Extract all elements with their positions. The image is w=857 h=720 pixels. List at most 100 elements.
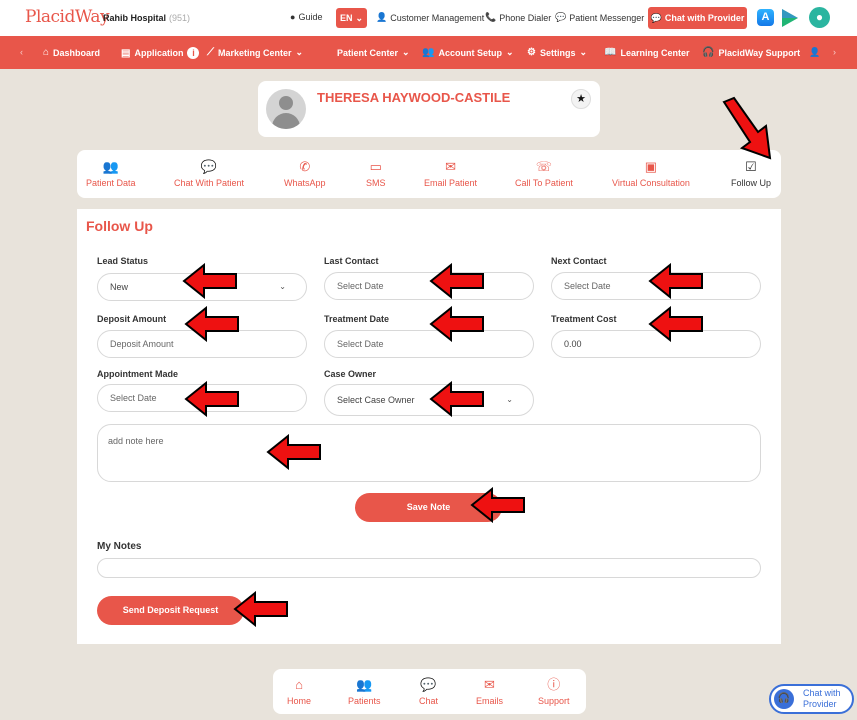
bottom-nav-home[interactable]: ⌂ Home xyxy=(287,677,311,706)
my-notes-heading: My Notes xyxy=(97,541,142,552)
question-icon: ⓘ xyxy=(547,677,561,692)
headset-icon: 🎧 xyxy=(702,47,715,58)
nav-scroll-right-icon[interactable]: › xyxy=(833,47,836,57)
tab-email-patient[interactable]: ✉ Email Patient xyxy=(424,158,477,188)
users-gear-icon: 👥 xyxy=(422,47,435,58)
user-icon: 👤 xyxy=(376,12,388,22)
note-textarea[interactable]: add note here xyxy=(97,424,761,482)
bottom-nav-label: Patients xyxy=(348,696,381,706)
hospital-code: (951) xyxy=(169,13,191,23)
tab-virtual-consultation[interactable]: ▣ Virtual Consultation xyxy=(612,158,690,188)
tab-follow-up[interactable]: ☑ Follow Up xyxy=(731,158,771,188)
chevron-down-icon: ⌄ xyxy=(355,12,364,23)
tab-whatsapp[interactable]: ✆ WhatsApp xyxy=(284,158,326,188)
nav-item-application[interactable]: ▤ Application i xyxy=(121,47,200,59)
phone-dialer-link[interactable]: 📞 Phone Dialer xyxy=(485,12,551,23)
annotation-arrow xyxy=(185,307,239,341)
annotation-arrow-down xyxy=(722,96,772,160)
chevron-down-icon: ⌄ xyxy=(402,47,410,57)
nav-item-marketing-center[interactable]: ⟋ Marketing Center ⌄ xyxy=(207,47,303,58)
nav-label: Learning Center xyxy=(620,47,690,58)
chat-widget-line2: Provider xyxy=(803,699,837,709)
patient-messenger-label: Patient Messenger xyxy=(569,12,645,23)
deposit-amount-label: Deposit Amount xyxy=(97,314,167,324)
tab-sms[interactable]: ▭ SMS xyxy=(366,158,386,188)
chat-with-provider-button[interactable]: 💬 Chat with Provider xyxy=(648,7,747,29)
nav-item-dashboard[interactable]: ⌂ Dashboard xyxy=(43,47,100,58)
send-deposit-request-button[interactable]: Send Deposit Request xyxy=(97,596,244,625)
guide-label: Guide xyxy=(298,12,323,22)
annotation-arrow xyxy=(234,592,288,626)
bottom-nav-emails[interactable]: ✉ Emails xyxy=(476,677,503,706)
annotation-arrow xyxy=(471,488,525,522)
tab-label: Chat With Patient xyxy=(174,178,245,188)
info-badge: i xyxy=(187,47,200,59)
app-store-icon[interactable]: A xyxy=(757,9,774,26)
chat-bubble-icon: 💬 xyxy=(650,12,662,23)
tab-chat-with-patient[interactable]: 💬 Chat With Patient xyxy=(174,158,244,188)
chat-bubble-icon: 💬 xyxy=(555,12,567,22)
annotation-arrow xyxy=(649,264,703,298)
annotation-arrow xyxy=(430,382,484,416)
tab-patient-data[interactable]: 👥 Patient Data xyxy=(86,158,136,188)
treatment-date-placeholder: Select Date xyxy=(337,339,384,349)
nav-label: Application xyxy=(134,48,184,58)
nav-scroll-left-icon[interactable]: ‹ xyxy=(20,47,23,57)
message-icon: ▭ xyxy=(369,159,382,174)
chat-with-provider-widget[interactable]: 🎧 Chat with Provider xyxy=(769,684,854,714)
bottom-nav-label: Support xyxy=(538,696,570,706)
last-contact-placeholder: Select Date xyxy=(337,281,384,291)
tab-call-to-patient[interactable]: ☏ Call To Patient xyxy=(515,158,573,188)
bottom-nav-patients[interactable]: 👥 Patients xyxy=(348,677,381,706)
patient-messenger-link[interactable]: 💬 Patient Messenger xyxy=(555,12,644,23)
language-value: EN xyxy=(339,13,353,23)
placidway-logo[interactable]: PlacidWay xyxy=(25,7,110,27)
treatment-date-label: Treatment Date xyxy=(324,314,390,324)
next-contact-placeholder: Select Date xyxy=(564,281,611,291)
annotation-arrow xyxy=(649,307,703,341)
tab-label: Patient Data xyxy=(86,178,136,188)
headset-icon: 🎧 xyxy=(774,689,794,709)
envelope-icon: ✉ xyxy=(445,159,456,174)
nav-item-support[interactable]: 🎧 PlacidWay Support xyxy=(702,47,800,58)
bottom-nav-chat[interactable]: 💬 Chat xyxy=(419,677,438,706)
info-icon: ● xyxy=(290,12,296,22)
tab-label: WhatsApp xyxy=(284,178,326,188)
google-play-icon[interactable] xyxy=(782,9,798,27)
book-icon: 📖 xyxy=(604,47,617,58)
home-icon: ⌂ xyxy=(295,677,303,692)
language-select[interactable]: EN ⌄ xyxy=(336,8,367,28)
top-bar: PlacidWay Rahib Hospital (951) ● Guide EN ⌄… xyxy=(0,0,857,36)
chevron-down-icon: ⌄ xyxy=(505,47,514,57)
tab-label: Follow Up xyxy=(731,178,772,188)
nav-item-settings[interactable]: ⚙ Settings ⌄ xyxy=(527,47,587,58)
nav-item-patient-center[interactable]: Patient Center ⌄ xyxy=(337,47,410,58)
main-nav: ‹ ⌂ Dashboard ▤ Application i ⟋ Marketing Ce… xyxy=(0,36,857,69)
phone-dialer-label: Phone Dialer xyxy=(499,12,552,23)
chat-bubble-icon: 💬 xyxy=(200,159,218,174)
chat-widget-line1: Chat with xyxy=(803,688,841,698)
nav-label: Settings xyxy=(539,47,576,58)
nav-item-learning-center[interactable]: 📖 Learning Center xyxy=(604,47,689,58)
chat-widget-text: Chat with Provider xyxy=(803,688,851,710)
customer-management-link[interactable]: 👤 Customer Management xyxy=(376,12,484,23)
user-avatar[interactable]: ● xyxy=(809,7,830,28)
lead-status-value: New xyxy=(110,282,129,292)
case-owner-label: Case Owner xyxy=(324,369,377,379)
nav-user-icon[interactable]: 👤 xyxy=(809,47,820,58)
bottom-nav-support[interactable]: ⓘ Support xyxy=(538,677,570,706)
home-icon: ⌂ xyxy=(43,47,50,58)
nav-label: Marketing Center xyxy=(218,47,292,58)
star-icon[interactable]: ★ xyxy=(571,89,591,109)
nav-item-account-setup[interactable]: 👥 Account Setup ⌄ xyxy=(422,47,514,58)
last-contact-label: Last Contact xyxy=(324,256,379,266)
video-icon: ▣ xyxy=(644,159,658,174)
whatsapp-icon: ✆ xyxy=(299,159,311,174)
deposit-amount-placeholder: Deposit Amount xyxy=(110,339,174,349)
annotation-arrow xyxy=(430,264,484,298)
lead-status-label: Lead Status xyxy=(97,256,149,266)
chat-with-provider-label: Chat with Provider xyxy=(664,13,745,23)
annotation-arrow xyxy=(430,307,484,341)
tab-label: Call To Patient xyxy=(515,178,573,188)
guide-link[interactable]: ● Guide xyxy=(290,12,322,22)
